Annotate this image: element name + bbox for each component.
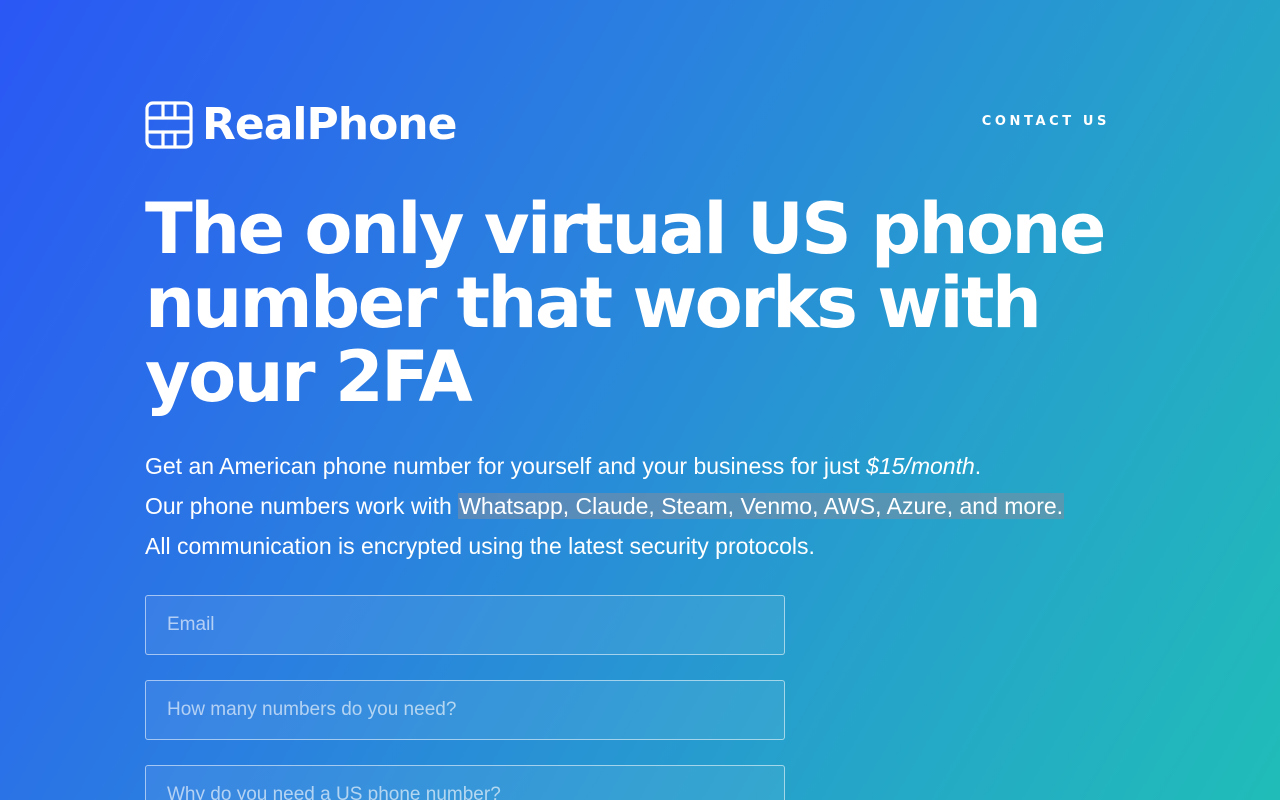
security-line: All communication is encrypted using the…	[145, 533, 815, 559]
email-input[interactable]	[146, 596, 784, 654]
pricing-text: Get an American phone number for yoursel…	[145, 453, 867, 479]
brand-name: RealPhone	[202, 99, 457, 150]
hero-headline: The only virtual US phone number that wo…	[145, 188, 1106, 418]
site-header: RealPhone CONTACT US	[145, 100, 1110, 150]
pricing-suffix: .	[974, 453, 982, 479]
logo[interactable]: RealPhone	[145, 99, 457, 150]
reason-field-wrapper	[145, 765, 785, 800]
compatibility-line: Our phone numbers work with Whatsapp, Cl…	[145, 486, 1145, 526]
pricing-line: Get an American phone number for yoursel…	[145, 446, 1145, 486]
compatibility-text: Our phone numbers work with	[145, 493, 459, 519]
quantity-input[interactable]	[146, 681, 784, 739]
quantity-field-wrapper	[145, 680, 785, 740]
email-field-wrapper	[145, 595, 785, 655]
contact-us-link[interactable]: CONTACT US	[982, 114, 1110, 129]
compatible-services: Whatsapp, Claude, Steam, Venmo, AWS, Azu…	[458, 493, 1065, 519]
reason-input[interactable]	[146, 766, 784, 800]
sim-card-grid-icon	[145, 101, 193, 149]
price-text: $15/month	[866, 453, 975, 479]
hero-description: Get an American phone number for yoursel…	[145, 446, 1145, 566]
